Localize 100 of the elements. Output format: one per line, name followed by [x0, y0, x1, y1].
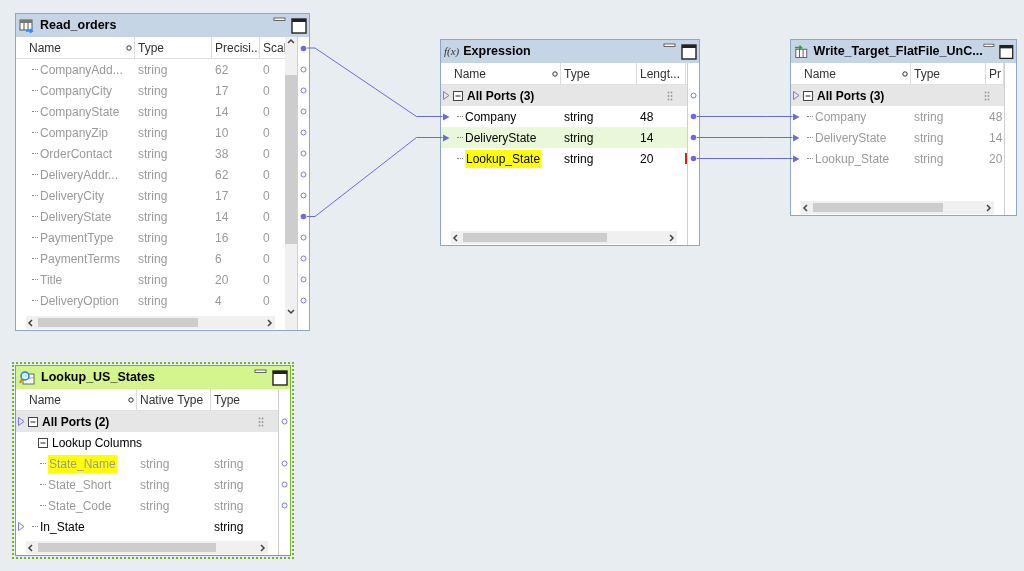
table-cell-text: 16 [215, 229, 229, 247]
table-cell-text: 62 [215, 166, 229, 184]
sort-circle-icon [126, 44, 132, 51]
table-cell-text: 0 [263, 229, 270, 247]
column-header[interactable]: Pr [986, 63, 1004, 84]
grip-icon [667, 90, 673, 101]
column-header[interactable]: Native Type [137, 389, 211, 410]
minimize-icon[interactable] [273, 17, 287, 23]
maximize-icon[interactable] [681, 43, 697, 60]
horizontal-scrollbar[interactable] [451, 231, 677, 244]
grip-icon [984, 90, 990, 101]
table-cell-text: 0 [263, 187, 270, 205]
column-header[interactable]: Type [561, 63, 637, 84]
port-name: PaymentType [40, 229, 114, 247]
table-cell-text: string [138, 187, 168, 205]
table-cell-text: string [214, 518, 244, 536]
collapse-icon [28, 416, 38, 427]
scroll-down-icon [286, 306, 296, 316]
port-name: OrderContact [40, 145, 113, 163]
table-cell-text: string [138, 166, 168, 184]
vertical-scrollbar[interactable] [285, 37, 297, 330]
collapse-icon [38, 437, 48, 448]
column-header[interactable]: Type [211, 389, 278, 410]
table-arrow-icon [794, 44, 809, 59]
port-name: State_Short [48, 476, 112, 494]
table-cell-text: string [138, 250, 168, 268]
table-cell-text: string [214, 476, 244, 494]
scroll-left-icon [26, 542, 36, 553]
horizontal-scrollbar[interactable] [26, 316, 275, 329]
table-cell-text: 6 [215, 250, 222, 268]
port-name: DeliveryCity [40, 187, 104, 205]
node-title: Expression [463, 43, 532, 61]
scroll-right-icon [667, 232, 677, 243]
group-label: Lookup Columns [52, 434, 144, 452]
minimize-icon[interactable] [663, 43, 677, 49]
table-cell-text: 48 [640, 108, 654, 126]
table-cell-text: 17 [215, 187, 229, 205]
table-cell-text: string [138, 103, 168, 121]
table-cell-text: string [140, 476, 170, 494]
table-cell-text: string [138, 229, 168, 247]
table-cell-text: string [564, 129, 594, 147]
minimize-icon[interactable] [254, 369, 268, 375]
port-name: Title [40, 271, 63, 289]
scroll-right-icon [265, 317, 275, 328]
column-header[interactable]: Name [29, 390, 61, 409]
table-cell-text: 0 [263, 145, 270, 163]
column-header[interactable]: Type [911, 63, 986, 84]
table-cell-text: 10 [215, 124, 229, 142]
table-cell-text: string [214, 455, 244, 473]
port-name: Lookup_State [815, 150, 890, 168]
scroll-right-icon [984, 202, 994, 213]
table-cell-text: 4 [215, 292, 222, 310]
table-cell-text: string [138, 208, 168, 226]
horizontal-scrollbar[interactable] [801, 201, 994, 214]
table-cell-text: 0 [263, 271, 270, 289]
horizontal-scrollbar[interactable] [26, 541, 268, 554]
collapse-icon [803, 90, 813, 101]
table-cell-text: 20 [215, 271, 229, 289]
column-header[interactable]: Name [804, 64, 836, 83]
port-name: CompanyZip [40, 124, 109, 142]
table-cell-text: string [140, 455, 170, 473]
sort-circle-icon [902, 70, 908, 77]
port-name: In_State [40, 518, 85, 536]
port-name: DeliveryState [815, 129, 887, 147]
sort-circle-icon [552, 70, 558, 77]
table-cell-text: string [914, 108, 944, 126]
table-cell-text: string [138, 82, 168, 100]
table-cell-text: string [914, 129, 944, 147]
port-name: Company [465, 108, 517, 126]
port-name: DeliveryAddr... [40, 166, 119, 184]
table-cell-text: string [914, 150, 944, 168]
table-row[interactable]: DeliveryState string 14 [441, 127, 687, 148]
grip-icon [258, 416, 264, 427]
table-cell-text: string [138, 271, 168, 289]
table-row[interactable]: All Ports (3) [791, 85, 1004, 106]
table-cell-text: string [564, 150, 594, 168]
table-cell-text: string [138, 292, 168, 310]
column-header[interactable]: Lengt... [637, 63, 686, 84]
maximize-icon[interactable] [999, 43, 1014, 60]
table-cell-text: 17 [215, 82, 229, 100]
table-cell-text: 0 [263, 103, 270, 121]
column-header[interactable]: Type [135, 37, 212, 58]
table-cell-text: string [140, 497, 170, 515]
magnifier-table-icon [19, 369, 36, 386]
table-cell-text: 20 [640, 150, 654, 168]
maximize-icon[interactable] [291, 17, 307, 34]
minimize-icon[interactable] [982, 43, 996, 49]
table-row[interactable]: All Ports (3) [441, 85, 687, 106]
port-name: Lookup_State [465, 149, 542, 168]
table-cell-text: 14 [215, 208, 229, 226]
port-name: PaymentTerms [40, 250, 121, 268]
column-header[interactable]: Name [454, 64, 486, 83]
table-cell-text: string [138, 61, 168, 79]
table-row[interactable]: All Ports (2) [16, 411, 278, 432]
table-cell-text: string [214, 497, 244, 515]
function-icon: f(x) [444, 46, 460, 57]
maximize-icon[interactable] [272, 369, 288, 386]
table-cell-text: 0 [263, 250, 270, 268]
column-header[interactable]: Name [29, 38, 61, 57]
column-header[interactable]: Precisi... [212, 37, 260, 58]
